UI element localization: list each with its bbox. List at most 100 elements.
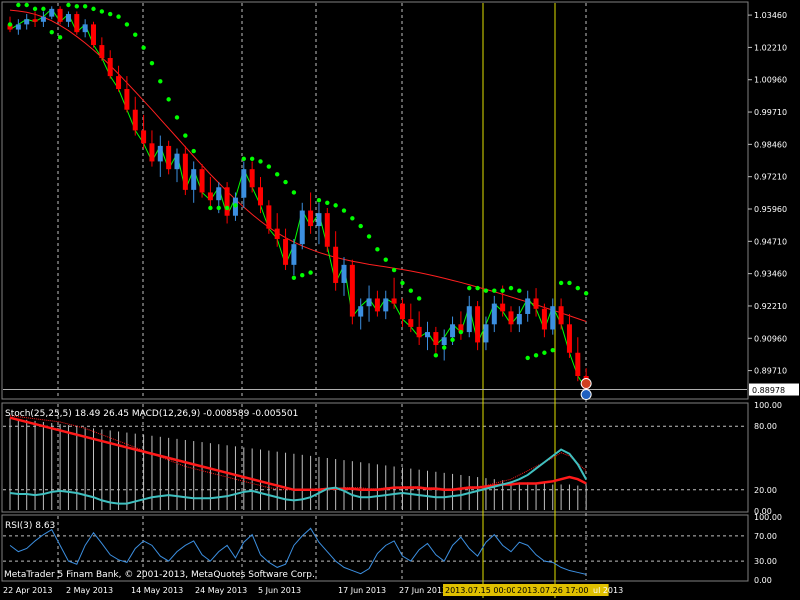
bull-candle: [491, 303, 497, 325]
osc-y-tick-label: 100.00: [754, 401, 782, 410]
y-tick-label: 0.92210: [754, 302, 787, 311]
sar-dot: [333, 203, 338, 208]
bear-candle: [74, 14, 80, 33]
bear-candle: [333, 246, 339, 283]
sar-dot: [124, 22, 130, 27]
bull-candle: [516, 313, 522, 325]
sar-dot: [91, 6, 96, 12]
main-panel-frame: [1, 1, 749, 400]
y-tick-label: 0.93460: [754, 270, 787, 279]
bull-candle: [49, 8, 55, 17]
sar-dot: [241, 156, 246, 162]
sar-dot: [383, 257, 388, 262]
sar-dot: [483, 288, 489, 293]
bear-candle: [500, 303, 506, 312]
stoch-signal-line: [9, 415, 587, 491]
y-tick-label: 1.00960: [754, 76, 787, 85]
sar-dot: [391, 267, 397, 273]
bull-candle: [299, 210, 305, 245]
moving-average-line: [9, 9, 587, 322]
sar-dot: [533, 353, 539, 358]
bear-candle: [57, 8, 63, 22]
x-axis-label: 2013.07.15 00:00: [445, 586, 516, 595]
sar-dot: [475, 285, 480, 291]
stoch-main-line: [9, 416, 587, 492]
bear-candle: [32, 19, 38, 22]
y-tick-label: 0.89710: [754, 367, 787, 376]
bear-candle: [324, 213, 330, 247]
sar-dot: [208, 205, 213, 211]
sar-dot: [308, 270, 313, 275]
rsi-y-tick-label: 30.00: [754, 557, 777, 566]
oscillator-layer: [9, 415, 588, 510]
bear-candle: [391, 298, 397, 304]
bull-candle: [383, 298, 389, 312]
bull-candle: [316, 213, 322, 227]
sar-dot: [291, 190, 297, 195]
bear-candle: [283, 238, 289, 265]
bull-candle: [24, 19, 30, 25]
rsi-y-tick-label: 0.00: [754, 576, 772, 585]
candlestick-layer: [7, 6, 589, 395]
sar-dot: [500, 288, 505, 293]
bull-candle: [157, 145, 163, 162]
sar-dot: [567, 280, 572, 286]
sar-dot: [216, 205, 221, 211]
osc-y-tick-label: 80.00: [754, 422, 777, 431]
x-axis-label: 22 Apr 2013: [3, 586, 52, 595]
bear-candle: [224, 187, 230, 216]
moving-average-layer: [9, 9, 587, 322]
sar-dot: [141, 45, 146, 50]
bull-candle: [82, 24, 88, 33]
sar-dot: [66, 2, 71, 8]
rsi-y-tick-label: 70.00: [754, 532, 777, 541]
bull-candle: [15, 24, 21, 30]
sar-dot: [224, 205, 230, 211]
bear-candle: [199, 169, 205, 193]
sar-dot: [191, 148, 196, 154]
y-tick-label: 0.94710: [754, 237, 787, 246]
bear-candle: [107, 58, 113, 77]
sar-dot: [133, 32, 138, 37]
bear-candle: [258, 187, 263, 206]
bear-candle: [166, 145, 172, 170]
sar-dot: [550, 347, 555, 353]
current-price-value: 0.88978: [752, 386, 785, 395]
trading-chart[interactable]: 0.88978 1.03460 1.02210 1.00960 0.99710 0.98…: [0, 0, 800, 600]
sar-dot: [542, 350, 547, 355]
bull-candle: [450, 324, 456, 338]
sar-dot: [325, 200, 330, 205]
sar-dot: [116, 14, 121, 19]
bear-candle: [541, 308, 547, 330]
bull-candle: [550, 306, 556, 330]
sar-dot: [149, 60, 155, 66]
y-tick-label: 0.90960: [754, 334, 787, 343]
osc-y-tick-label: 20.00: [754, 486, 777, 495]
x-axis-label: 24 May 2013: [195, 586, 247, 595]
sar-dot: [16, 2, 21, 8]
x-axis-label: 27 Jun 2013: [399, 586, 447, 595]
sar-dot: [7, 22, 13, 27]
sar-dot: [467, 285, 472, 291]
sar-dot: [99, 9, 105, 14]
sar-dot: [74, 4, 80, 9]
sar-dot: [57, 35, 63, 40]
sar-dot: [82, 4, 88, 9]
sar-dot: [108, 11, 113, 17]
chart-grid: [3, 3, 747, 580]
sar-dot: [558, 280, 564, 286]
bear-candle: [558, 306, 564, 325]
sar-dot: [583, 291, 589, 296]
close-price-line-layer: [9, 8, 587, 390]
bear-candle: [416, 326, 422, 338]
sar-dot: [49, 29, 54, 35]
y-axis-ticks: 1.03460 1.02210 1.00960 0.99710 0.98460 0.972…: [748, 11, 787, 585]
x-axis-label: 17 Jun 2013: [338, 586, 386, 595]
bear-candle: [141, 130, 147, 144]
sar-dot: [275, 172, 280, 177]
rsi-layer: [9, 527, 587, 575]
x-axis-label: ul 2013: [593, 586, 623, 595]
bull-candle: [40, 16, 46, 22]
bear-candle: [99, 45, 105, 59]
sar-dot: [458, 329, 464, 335]
